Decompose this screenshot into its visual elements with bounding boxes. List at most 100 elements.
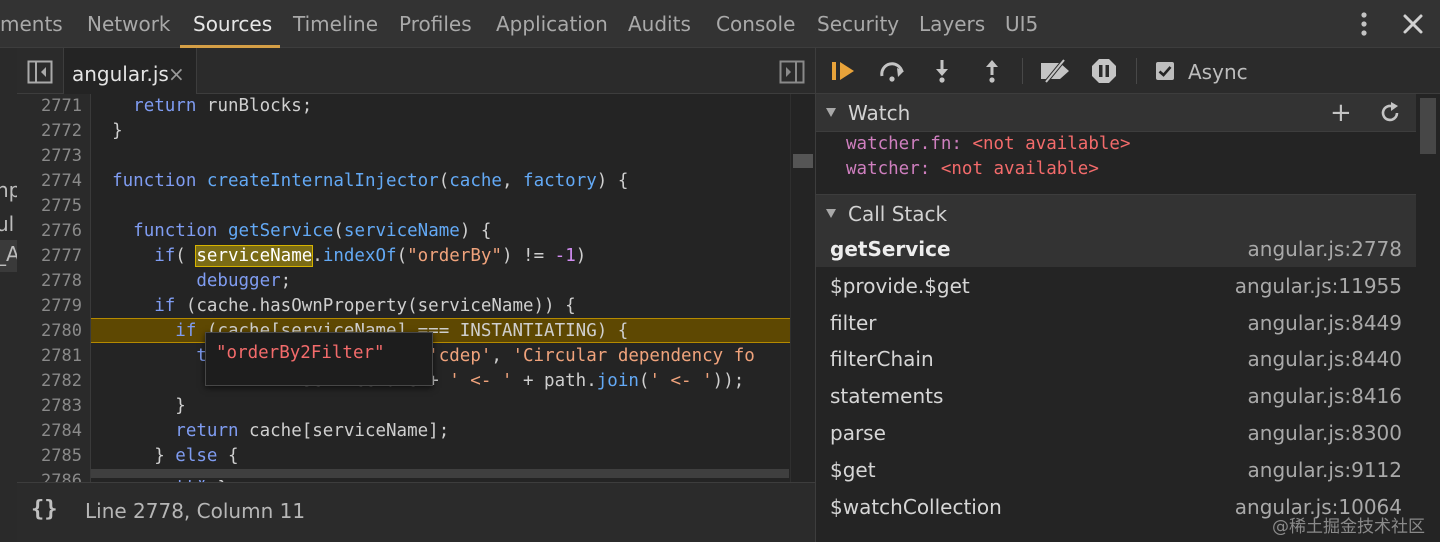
step-over-icon[interactable]: [878, 58, 906, 84]
refresh-watch-icon[interactable]: [1378, 101, 1402, 125]
call-frame[interactable]: getService angular.js:2778: [816, 230, 1416, 267]
code-line: function getService(serviceName) {: [133, 221, 492, 241]
hover-value-popover: "orderBy2Filter": [205, 332, 433, 386]
call-frame[interactable]: statements angular.js:8416: [816, 377, 1416, 414]
pretty-print-button[interactable]: {}: [31, 497, 58, 522]
call-frame-location[interactable]: angular.js:8449: [1248, 311, 1402, 335]
scrollbar-thumb[interactable]: [793, 154, 813, 168]
watch-expression-value: <not available>: [940, 159, 1099, 179]
navigator-selected-row[interactable]: _A: [0, 240, 17, 272]
pause-on-exceptions-icon[interactable]: [1090, 58, 1118, 84]
watch-expression-name: watcher.fn: [846, 134, 952, 154]
code-line: return cache[serviceName];: [175, 421, 450, 441]
line-number[interactable]: 2784: [41, 419, 82, 444]
horizontal-scrollbar[interactable]: [91, 466, 791, 480]
navigator-sliver: np ul _A: [0, 48, 18, 542]
call-frame[interactable]: $get angular.js:9112: [816, 451, 1416, 488]
tab-application[interactable]: Application: [496, 0, 608, 47]
step-out-icon[interactable]: [978, 58, 1006, 84]
watermark-text: @稀土掘金技术社区: [1272, 517, 1425, 537]
call-frame-location[interactable]: angular.js:2778: [1248, 237, 1402, 261]
code-line: }: [91, 121, 123, 141]
tab-timeline[interactable]: Timeline: [293, 0, 378, 47]
resume-icon[interactable]: [830, 58, 858, 84]
watch-section-title: Watch: [848, 101, 911, 125]
async-checkbox[interactable]: [1156, 62, 1174, 80]
call-frame[interactable]: parse angular.js:8300: [816, 414, 1416, 451]
tab-ments[interactable]: ments: [0, 0, 63, 47]
watch-expression[interactable]: watcher.fn: <not available>: [846, 132, 1130, 157]
watch-expression[interactable]: watcher: <not available>: [846, 157, 1099, 182]
more-options-icon[interactable]: [1355, 10, 1373, 38]
add-watch-button[interactable]: +: [1330, 98, 1352, 128]
deactivate-breakpoints-icon[interactable]: [1038, 58, 1072, 84]
toggle-navigator-icon[interactable]: [27, 60, 53, 84]
editor-status-bar: {} Line 2778, Column 11: [17, 482, 815, 542]
toggle-debugger-icon[interactable]: [779, 60, 805, 84]
call-stack-section-header[interactable]: Call Stack: [816, 194, 1416, 232]
scrollbar-thumb[interactable]: [1420, 98, 1436, 154]
call-frame-name: $watchCollection: [830, 494, 1002, 519]
close-devtools-icon[interactable]: [1400, 10, 1426, 38]
line-number[interactable]: 2779: [41, 294, 82, 319]
line-number[interactable]: 2776: [41, 219, 82, 244]
line-number[interactable]: 2772: [41, 119, 82, 144]
watch-section-header[interactable]: Watch +: [816, 94, 1416, 132]
call-frame-name: filterChain: [830, 347, 934, 372]
code-line: }: [91, 396, 186, 416]
line-number[interactable]: 2785: [41, 444, 82, 469]
debugger-sidebar: Async Watch + watcher.fn: <not available…: [815, 48, 1440, 542]
sidebar-scrollbar[interactable]: [1416, 94, 1440, 542]
code-area[interactable]: return runBlocks; } function createInter…: [91, 94, 791, 482]
call-frame-name: parse: [830, 421, 886, 445]
collapse-triangle-icon[interactable]: [826, 209, 836, 218]
call-frame-location[interactable]: angular.js:11955: [1235, 274, 1402, 298]
file-tab-label: angular.js: [72, 62, 169, 86]
line-number[interactable]: 2775: [41, 194, 82, 219]
code-line: if (cache.hasOwnProperty(serviceName)) {: [154, 296, 576, 316]
call-frame-name: getService: [830, 237, 951, 261]
tab-ui5[interactable]: UI5: [1005, 0, 1038, 47]
async-label: Async: [1188, 60, 1248, 84]
code-line: return runBlocks;: [133, 96, 313, 116]
tab-layers[interactable]: Layers: [919, 0, 985, 47]
hover-value-text: "orderBy2Filter": [216, 343, 385, 363]
tab-audits[interactable]: Audits: [628, 0, 691, 47]
line-number[interactable]: 2781: [41, 344, 82, 369]
call-frame-location[interactable]: angular.js:8440: [1248, 347, 1402, 371]
call-frame-name: filter: [830, 310, 877, 335]
line-number[interactable]: 2778: [41, 269, 82, 294]
call-frame[interactable]: filterChain angular.js:8440: [816, 340, 1416, 377]
code-line: if( serviceName.indexOf("orderBy") != -1…: [154, 245, 587, 267]
call-frame-location[interactable]: angular.js:8416: [1248, 384, 1402, 408]
line-number[interactable]: 2774: [41, 169, 82, 194]
tab-profiles[interactable]: Profiles: [399, 0, 472, 47]
call-frame[interactable]: $provide.$get angular.js:11955: [816, 267, 1416, 304]
navigator-fragment: ul: [0, 212, 15, 236]
tab-security[interactable]: Security: [817, 0, 899, 47]
line-number[interactable]: 2771: [41, 94, 82, 119]
navigator-fragment: np: [0, 178, 17, 202]
file-tab-angular-js[interactable]: angular.js ×: [63, 48, 197, 94]
call-frame[interactable]: filter angular.js:8449: [816, 304, 1416, 341]
close-tab-icon[interactable]: ×: [168, 62, 185, 86]
tab-console[interactable]: Console: [716, 0, 795, 47]
line-number[interactable]: 2783: [41, 394, 82, 419]
call-frame-location[interactable]: angular.js:9112: [1248, 458, 1402, 482]
line-number-gutter[interactable]: 2771 2772 2773 2774 2775 2776 2777 2778 2779 2780…: [17, 94, 91, 491]
line-number[interactable]: 2782: [41, 369, 82, 394]
devtools-tab-bar: ments Network Sources Timeline Profiles Appli…: [0, 0, 1440, 48]
vertical-scrollbar[interactable]: [790, 94, 816, 482]
tab-network[interactable]: Network: [87, 0, 171, 47]
watch-expression-name: watcher: [846, 159, 920, 179]
line-number[interactable]: 2777: [41, 244, 82, 269]
call-stack-section-title: Call Stack: [848, 202, 948, 226]
line-number[interactable]: 2773: [41, 144, 82, 169]
collapse-triangle-icon[interactable]: [826, 108, 836, 117]
tab-sources[interactable]: Sources: [193, 0, 272, 47]
call-frame-location[interactable]: angular.js:8300: [1248, 421, 1402, 445]
step-into-icon[interactable]: [928, 58, 956, 84]
line-number[interactable]: 2780: [41, 319, 82, 344]
call-frame-name: $get: [830, 457, 876, 482]
scrollbar-thumb[interactable]: [91, 469, 789, 478]
